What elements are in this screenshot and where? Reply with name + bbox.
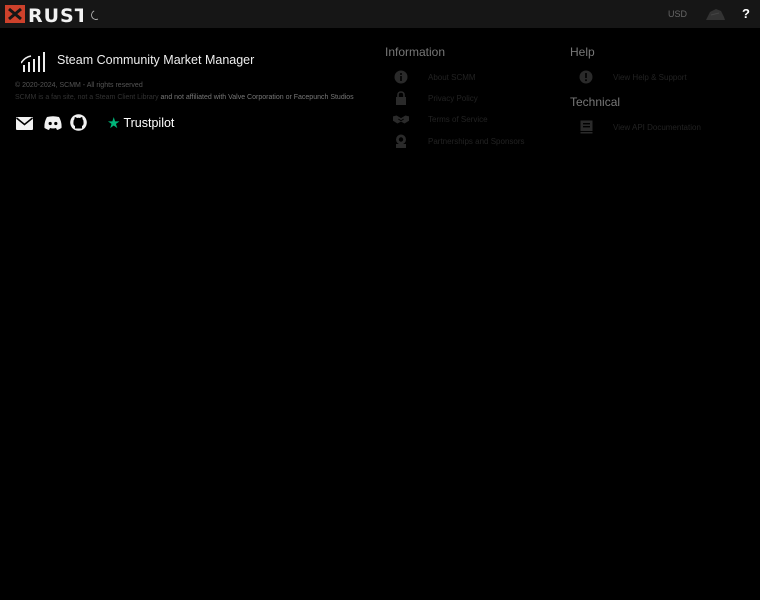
information-heading: Information [385, 45, 446, 59]
help-support-link[interactable]: View Help & Support [578, 69, 687, 85]
privacy-link-label: Privacy Policy [428, 93, 478, 103]
disclaimer-link[interactable]: Steam Client Library [95, 94, 158, 101]
disclaimer-suffix: and not affiliated with Valve Corporatio… [160, 94, 354, 101]
discord-icon[interactable] [44, 116, 62, 130]
help-button[interactable]: ? [739, 6, 753, 22]
loading-spinner-icon [89, 8, 103, 22]
help-heading: Help [570, 45, 595, 59]
api-docs-link[interactable]: View API Documentation [578, 119, 701, 135]
about-link[interactable]: About SCMM [393, 69, 476, 85]
copyright-text: © 2020-2024, SCMM - All rights reserved [15, 82, 143, 89]
about-link-label: About SCMM [428, 72, 476, 82]
top-bar: RUST USD ? [0, 0, 760, 28]
brand-name: Steam Community Market Manager [57, 53, 255, 67]
info-icon [393, 70, 409, 84]
scmm-logo-icon[interactable] [21, 51, 47, 73]
mail-icon[interactable] [16, 117, 33, 130]
currency-selector[interactable]: USD [668, 9, 687, 19]
help-support-label: View Help & Support [613, 72, 687, 82]
trustpilot-link[interactable]: ★ Trustpilot [107, 114, 174, 132]
rust-logo[interactable]: RUST [5, 3, 83, 25]
api-docs-label: View API Documentation [613, 122, 701, 132]
login-hat-icon[interactable] [704, 7, 726, 21]
question-icon [578, 70, 594, 84]
disclaimer-text: SCMM is a fan site, not a Steam Client L… [15, 94, 354, 101]
logo-text: RUST [28, 5, 83, 25]
privacy-link[interactable]: Privacy Policy [393, 90, 478, 106]
award-icon [393, 134, 409, 148]
github-icon[interactable] [70, 114, 87, 131]
trustpilot-label: Trustpilot [123, 116, 175, 130]
partnerships-link[interactable]: Partnerships and Sponsors [393, 133, 525, 149]
book-icon [578, 120, 594, 134]
terms-link[interactable]: Terms of Service [393, 111, 488, 127]
privacy-icon [393, 91, 409, 105]
disclaimer-prefix: SCMM is a fan site, not a [15, 94, 94, 101]
partnerships-link-label: Partnerships and Sponsors [428, 136, 525, 146]
handshake-icon [393, 112, 409, 126]
star-icon: ★ [107, 114, 121, 132]
technical-heading: Technical [570, 95, 621, 109]
terms-link-label: Terms of Service [428, 114, 488, 124]
